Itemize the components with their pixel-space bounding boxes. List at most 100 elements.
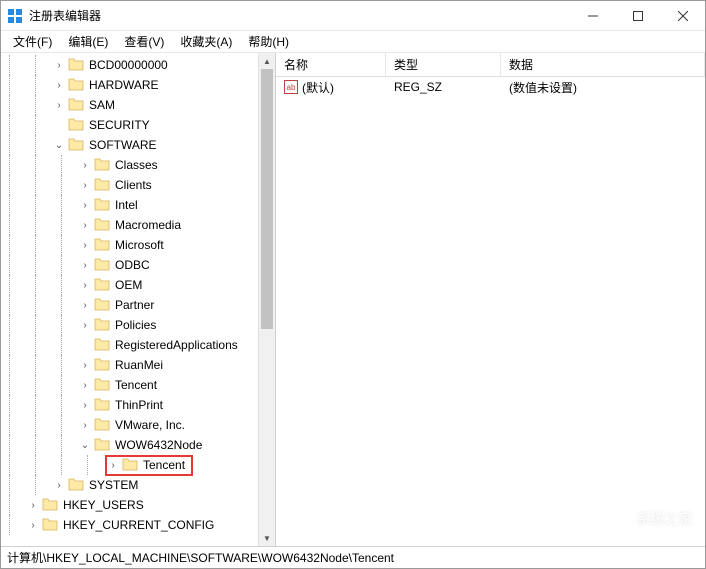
folder-icon: [91, 197, 113, 214]
tree-item[interactable]: RegisteredApplications: [1, 335, 258, 355]
expander-icon[interactable]: ⌄: [79, 440, 91, 451]
tree-pane: ›BCD00000000›HARDWARE›SAMSECURITY⌄SOFTWA…: [1, 53, 276, 546]
tree-item-label: ODBC: [113, 257, 152, 273]
tree-item[interactable]: › HKEY_USERS: [1, 495, 258, 515]
expander-icon[interactable]: ›: [79, 380, 91, 391]
expander-icon[interactable]: ›: [27, 520, 39, 531]
content-area: ›BCD00000000›HARDWARE›SAMSECURITY⌄SOFTWA…: [1, 53, 705, 546]
list-row[interactable]: ab (默认) REG_SZ (数值未设置): [276, 77, 705, 97]
folder-icon: [39, 497, 61, 514]
folder-icon: [91, 277, 113, 294]
tree-item-label: Microsoft: [113, 237, 166, 253]
expander-icon[interactable]: ›: [79, 400, 91, 411]
folder-icon: [91, 257, 113, 274]
expander-icon[interactable]: ›: [27, 500, 39, 511]
vertical-scrollbar[interactable]: ▲ ▼: [258, 53, 275, 546]
tree-item[interactable]: › Classes: [1, 155, 258, 175]
tree-item[interactable]: › VMware, Inc.: [1, 415, 258, 435]
tree-item-label: HKEY_USERS: [61, 497, 146, 513]
expander-icon[interactable]: ›: [79, 260, 91, 271]
tree-item-label: Intel: [113, 197, 140, 213]
tree-item[interactable]: › Policies: [1, 315, 258, 335]
expander-icon[interactable]: ›: [79, 280, 91, 291]
expander-icon[interactable]: ›: [79, 420, 91, 431]
tree-item[interactable]: › Macromedia: [1, 215, 258, 235]
tree-item-label: VMware, Inc.: [113, 417, 187, 433]
tree-item[interactable]: › HARDWARE: [1, 75, 258, 95]
tree-item[interactable]: ›HKEY_CURRENT_CONFIG: [1, 515, 258, 535]
column-header-type[interactable]: 类型: [386, 53, 501, 76]
tree-item[interactable]: › ODBC: [1, 255, 258, 275]
tree-item-label: SECURITY: [87, 117, 152, 133]
tree-item[interactable]: › Intel: [1, 195, 258, 215]
window-title: 注册表编辑器: [29, 7, 570, 24]
folder-icon: [91, 417, 113, 434]
folder-icon: [91, 297, 113, 314]
tree-item[interactable]: ›Clients: [1, 175, 258, 195]
tree-view[interactable]: ›BCD00000000›HARDWARE›SAMSECURITY⌄SOFTWA…: [1, 53, 258, 546]
tree-item[interactable]: ›OEM: [1, 275, 258, 295]
cell-name: ab (默认): [276, 79, 386, 96]
column-header-name[interactable]: 名称: [276, 53, 386, 76]
tree-item-label: Classes: [113, 157, 160, 173]
folder-icon: [39, 517, 61, 534]
expander-icon[interactable]: ›: [53, 80, 65, 91]
menu-view[interactable]: 查看(V): [116, 31, 172, 52]
tree-item-label: RuanMei: [113, 357, 165, 373]
tree-item-label: ThinPrint: [113, 397, 165, 413]
expander-icon[interactable]: ›: [79, 180, 91, 191]
tree-item[interactable]: ›BCD00000000: [1, 55, 258, 75]
menu-file[interactable]: 文件(F): [5, 31, 60, 52]
expander-icon[interactable]: ›: [79, 160, 91, 171]
scrollbar-thumb[interactable]: [261, 69, 273, 329]
menu-edit[interactable]: 编辑(E): [60, 31, 116, 52]
tree-item[interactable]: ⌄SOFTWARE: [1, 135, 258, 155]
expander-icon[interactable]: ›: [79, 220, 91, 231]
folder-icon: [91, 157, 113, 174]
scroll-up-arrow-icon[interactable]: ▲: [259, 53, 275, 69]
tree-item[interactable]: › Partner: [1, 295, 258, 315]
tree-item-label: Policies: [113, 317, 158, 333]
folder-icon: [91, 397, 113, 414]
menu-favorites[interactable]: 收藏夹(A): [172, 31, 240, 52]
folder-icon: [91, 177, 113, 194]
tree-item-label: HARDWARE: [87, 77, 161, 93]
titlebar: 注册表编辑器: [1, 1, 705, 31]
tree-item[interactable]: › RuanMei: [1, 355, 258, 375]
minimize-button[interactable]: [570, 1, 615, 31]
tree-item-label: Macromedia: [113, 217, 183, 233]
tree-item[interactable]: ›SYSTEM: [1, 475, 258, 495]
tree-item-label: Partner: [113, 297, 156, 313]
tree-item[interactable]: › Tencent: [1, 455, 258, 475]
menu-help[interactable]: 帮助(H): [240, 31, 297, 52]
folder-icon: [91, 337, 113, 354]
tree-item[interactable]: › Microsoft: [1, 235, 258, 255]
folder-icon: [119, 457, 141, 474]
tree-item-label: Tencent: [141, 457, 187, 473]
menubar: 文件(F) 编辑(E) 查看(V) 收藏夹(A) 帮助(H): [1, 31, 705, 53]
expander-icon[interactable]: ›: [79, 360, 91, 371]
tree-item[interactable]: ⌄WOW6432Node: [1, 435, 258, 455]
folder-icon: [65, 57, 87, 74]
expander-icon[interactable]: ›: [107, 460, 119, 471]
expander-icon[interactable]: ›: [79, 300, 91, 311]
expander-icon[interactable]: ›: [53, 480, 65, 491]
status-path: 计算机\HKEY_LOCAL_MACHINE\SOFTWARE\WOW6432N…: [7, 549, 394, 566]
column-header-data[interactable]: 数据: [501, 53, 705, 76]
tree-item[interactable]: › SAM: [1, 95, 258, 115]
list-body[interactable]: ab (默认) REG_SZ (数值未设置): [276, 77, 705, 546]
scroll-down-arrow-icon[interactable]: ▼: [259, 530, 275, 546]
expander-icon[interactable]: ⌄: [53, 140, 65, 151]
expander-icon[interactable]: ›: [79, 320, 91, 331]
tree-item[interactable]: › ThinPrint: [1, 395, 258, 415]
tree-item-label: SAM: [87, 97, 117, 113]
tree-item[interactable]: ›Tencent: [1, 375, 258, 395]
expander-icon[interactable]: ›: [53, 60, 65, 71]
tree-item[interactable]: SECURITY: [1, 115, 258, 135]
folder-icon: [65, 97, 87, 114]
close-button[interactable]: [660, 1, 705, 31]
expander-icon[interactable]: ›: [53, 100, 65, 111]
expander-icon[interactable]: ›: [79, 200, 91, 211]
expander-icon[interactable]: ›: [79, 240, 91, 251]
maximize-button[interactable]: [615, 1, 660, 31]
